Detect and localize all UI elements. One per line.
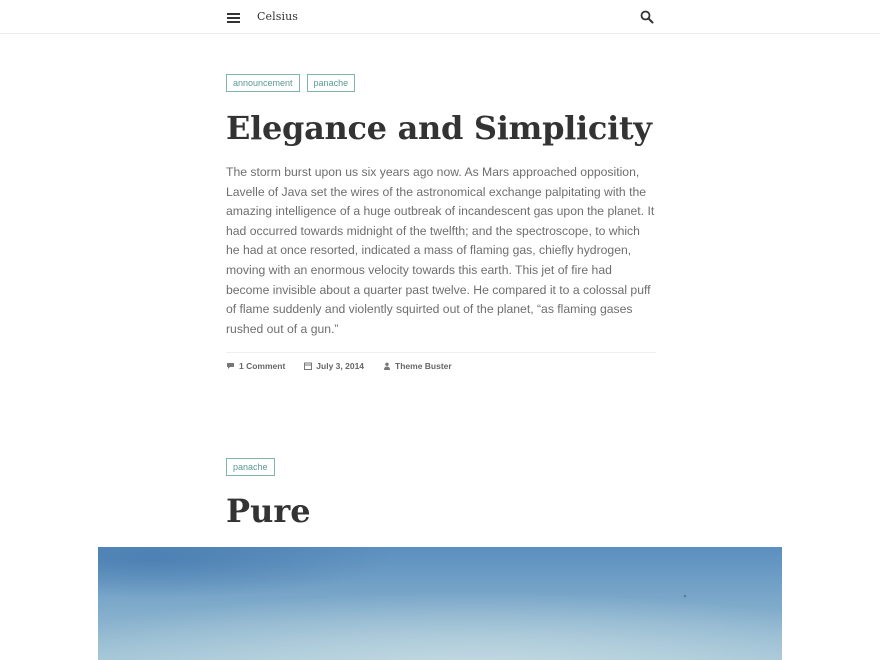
post-excerpt: The storm burst upon us six years ago no… <box>226 165 655 336</box>
search-icon[interactable] <box>640 10 654 24</box>
post-date: July 3, 2014 <box>316 361 365 371</box>
tag-panache[interactable]: panache <box>306 74 356 92</box>
post-tags: panache <box>226 458 275 476</box>
author-link[interactable]: Theme Buster <box>383 361 452 371</box>
person-icon <box>384 362 391 370</box>
comment-icon <box>227 363 234 369</box>
post-title[interactable]: Elegance and Simplicity <box>226 109 652 147</box>
post-date-link[interactable]: July 3, 2014 <box>304 361 364 371</box>
hamburger-menu-icon[interactable] <box>227 11 241 25</box>
calendar-icon <box>304 362 313 370</box>
post-tags: announcement panache <box>226 74 356 92</box>
post-author: Theme Buster <box>395 361 452 371</box>
meta-divider <box>226 352 656 353</box>
post-title[interactable]: Pure <box>226 492 311 530</box>
tag-panache[interactable]: panache <box>226 458 275 476</box>
post-featured-image[interactable] <box>98 547 782 660</box>
top-navigation-bar: Celsius <box>0 0 880 34</box>
comments-link[interactable]: 1 Comment <box>226 361 285 371</box>
comments-count: 1 Comment <box>239 361 286 371</box>
post-meta: 1 Comment July 3, 2014 Theme Buster <box>226 361 471 371</box>
site-title[interactable]: Celsius <box>257 10 298 23</box>
tag-announcement[interactable]: announcement <box>226 74 300 92</box>
